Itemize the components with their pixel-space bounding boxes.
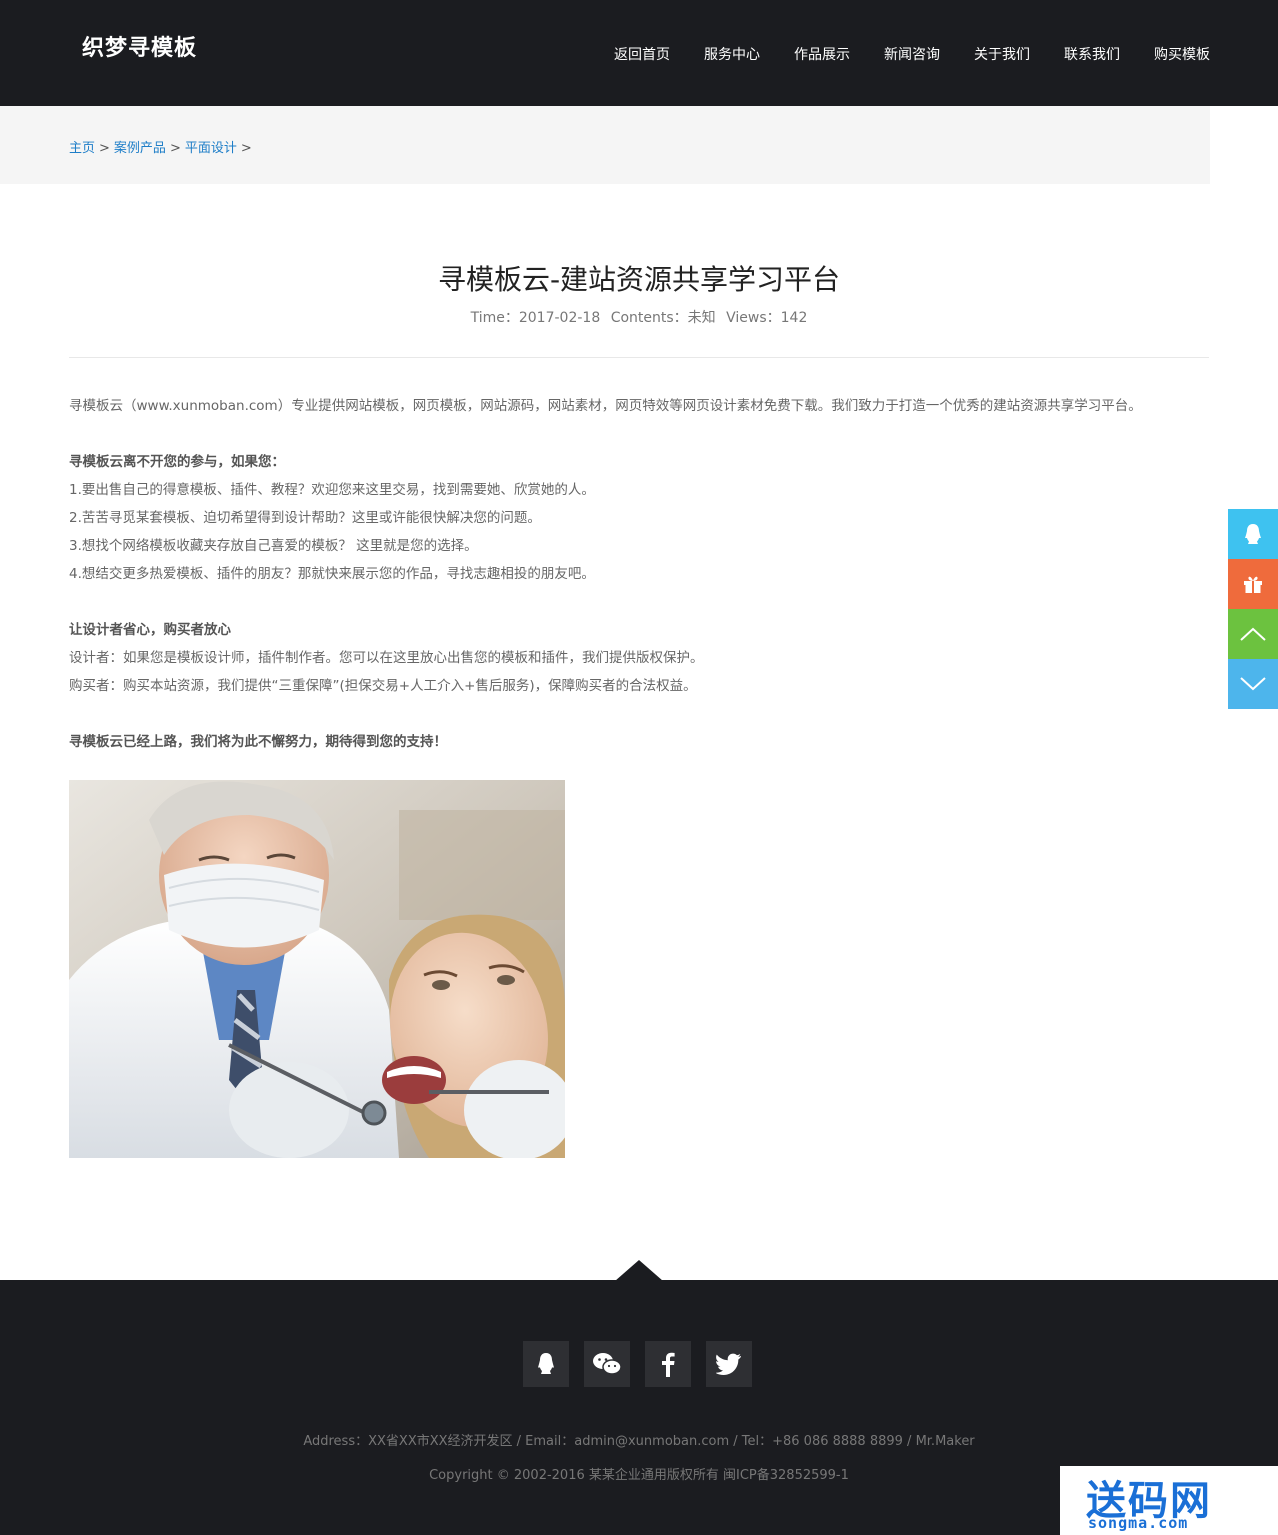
nav-works[interactable]: 作品展示 — [794, 44, 850, 64]
article-time: Time：2017-02-18 — [470, 310, 601, 326]
social-qq-button[interactable] — [523, 1341, 569, 1387]
watermark-domain-text: songma.com — [1088, 1514, 1189, 1532]
twitter-icon — [716, 1353, 741, 1375]
nav-home[interactable]: 返回首页 — [614, 44, 670, 64]
article-meta: Time：2017-02-18 Contents：未知 Views：142 — [0, 307, 1278, 327]
breadcrumb-home[interactable]: 主页 — [69, 141, 95, 156]
breadcrumb-graphic-design[interactable]: 平面设计 — [185, 141, 237, 156]
article-list-item: 3.想找个网络模板收藏夹存放自己喜爱的模板？ 这里就是您的选择。 — [69, 538, 478, 554]
breadcrumb-separator: > — [240, 141, 252, 156]
chevron-down-icon — [1240, 677, 1266, 691]
footer-contact-info: Address：XX省XX市XX经济开发区 / Email：admin@xunm… — [303, 1434, 975, 1449]
scroll-down-button[interactable] — [1228, 659, 1278, 709]
article-contents: Contents：未知 — [610, 310, 716, 326]
breadcrumb-bar: 主页 > 案例产品 > 平面设计 > — [0, 106, 1278, 184]
chevron-up-icon — [1240, 627, 1266, 641]
article-closing: 寻模板云已经上路，我们将为此不懈努力，期待得到您的支持！ — [69, 734, 447, 750]
wechat-icon — [593, 1353, 622, 1375]
article-list-item: 1.要出售自己的得意模板、插件、教程？欢迎您来这里交易，找到需要她、欣赏她的人。 — [69, 482, 595, 498]
dentist-photo — [69, 780, 565, 1158]
article-paragraph: 购买者：购买本站资源，我们提供“三重保障”(担保交易+人工介入+售后服务)，保障… — [69, 678, 697, 694]
article-paragraph: 寻模板云（www.xunmoban.com）专业提供网站模板，网页模板，网站源码… — [69, 398, 1142, 414]
article-title: 寻模板云-建站资源共享学习平台 — [437, 263, 841, 296]
gift-icon — [1244, 576, 1262, 593]
social-wechat-button[interactable] — [584, 1341, 630, 1387]
floating-toolbar — [1228, 509, 1278, 709]
breadcrumb: 主页 > 案例产品 > 平面设计 > — [69, 137, 256, 156]
breadcrumb-separator: > — [169, 141, 181, 156]
article-body: 寻模板云（www.xunmoban.com）专业提供网站模板，网页模板，网站源码… — [69, 392, 1209, 756]
article-list-item: 2.苦苦寻觅某套模板、迫切希望得到设计帮助？这里或许能很快解决您的问题。 — [69, 510, 541, 526]
facebook-icon — [662, 1352, 675, 1377]
watermark-logo: 送码网 songma.com — [1060, 1466, 1278, 1535]
qq-icon — [1245, 524, 1261, 544]
scroll-up-button[interactable] — [1228, 609, 1278, 659]
breadcrumb-cases[interactable]: 案例产品 — [114, 141, 166, 156]
article-subheading: 寻模板云离不开您的参与，如果您： — [69, 454, 285, 470]
footer-notch — [615, 1260, 663, 1281]
article-views: Views：142 — [726, 310, 808, 326]
float-qq-button[interactable] — [1228, 509, 1278, 559]
main-nav: 返回首页 服务中心 作品展示 新闻咨询 关于我们 联系我们 购买模板 — [580, 44, 1210, 64]
nav-buy[interactable]: 购买模板 — [1154, 44, 1210, 64]
article-image — [69, 780, 565, 1158]
site-logo[interactable]: 织梦寻模板 — [82, 30, 197, 62]
nav-news[interactable]: 新闻咨询 — [884, 44, 940, 64]
float-gift-button[interactable] — [1228, 559, 1278, 609]
nav-about[interactable]: 关于我们 — [974, 44, 1030, 64]
nav-contact[interactable]: 联系我们 — [1064, 44, 1120, 64]
social-facebook-button[interactable] — [645, 1341, 691, 1387]
article-divider — [69, 357, 1209, 358]
nav-services[interactable]: 服务中心 — [704, 44, 760, 64]
breadcrumb-separator: > — [99, 141, 110, 156]
article-list-item: 4.想结交更多热爱模板、插件的朋友？那就快来展示您的作品，寻找志趣相投的朋友吧。 — [69, 566, 595, 582]
site-header: 织梦寻模板 返回首页 服务中心 作品展示 新闻咨询 关于我们 联系我们 购买模板 — [0, 0, 1278, 106]
breadcrumb-background: 主页 > 案例产品 > 平面设计 > — [0, 106, 1210, 184]
qq-icon — [538, 1353, 554, 1374]
article-subheading: 让设计者省心，购买者放心 — [69, 622, 231, 638]
social-links — [523, 1341, 752, 1387]
article-paragraph: 设计者：如果您是模板设计师，插件制作者。您可以在这里放心出售您的模板和插件，我们… — [69, 650, 704, 666]
social-twitter-button[interactable] — [706, 1341, 752, 1387]
